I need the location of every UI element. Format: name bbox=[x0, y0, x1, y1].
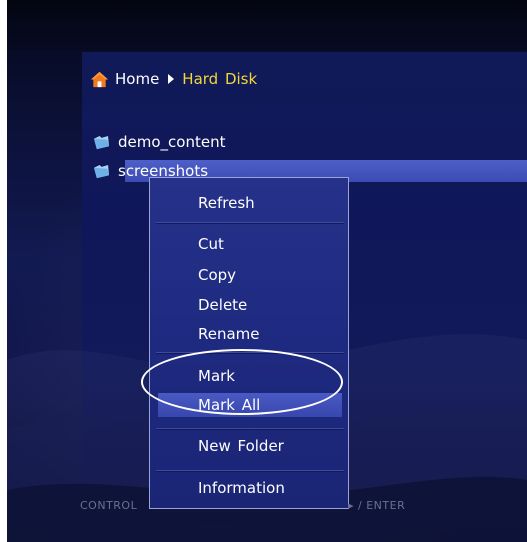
file-list-item[interactable]: demo_content bbox=[93, 131, 225, 153]
folder-icon bbox=[94, 164, 109, 178]
annotation-ellipse bbox=[141, 349, 343, 415]
home-icon[interactable] bbox=[90, 70, 109, 89]
menu-divider bbox=[156, 222, 344, 224]
menu-item-cut[interactable]: Cut bbox=[198, 233, 224, 255]
help-text-right: ▸ / ENTER bbox=[348, 499, 406, 512]
chevron-right-icon bbox=[168, 74, 175, 84]
breadcrumb: Home Hard Disk bbox=[90, 67, 257, 91]
menu-item-refresh[interactable]: Refresh bbox=[198, 192, 255, 214]
breadcrumb-current: Hard Disk bbox=[182, 70, 258, 88]
file-name: demo_content bbox=[118, 133, 226, 151]
menu-item-copy[interactable]: Copy bbox=[198, 264, 236, 286]
context-menu: Refresh Cut Copy Delete Rename Mark Mark… bbox=[149, 177, 349, 509]
menu-item-information[interactable]: Information bbox=[198, 477, 285, 499]
top-band bbox=[7, 0, 527, 50]
menu-divider bbox=[156, 428, 344, 430]
menu-divider bbox=[156, 470, 344, 472]
help-bar: CONTROL ▸ / ENTER bbox=[80, 499, 405, 512]
help-text-left: CONTROL bbox=[80, 499, 138, 512]
menu-item-new-folder[interactable]: New Folder bbox=[198, 435, 284, 457]
folder-icon bbox=[94, 135, 109, 149]
menu-item-rename[interactable]: Rename bbox=[198, 323, 260, 345]
menu-item-delete[interactable]: Delete bbox=[198, 294, 247, 316]
breadcrumb-home[interactable]: Home bbox=[115, 70, 159, 88]
